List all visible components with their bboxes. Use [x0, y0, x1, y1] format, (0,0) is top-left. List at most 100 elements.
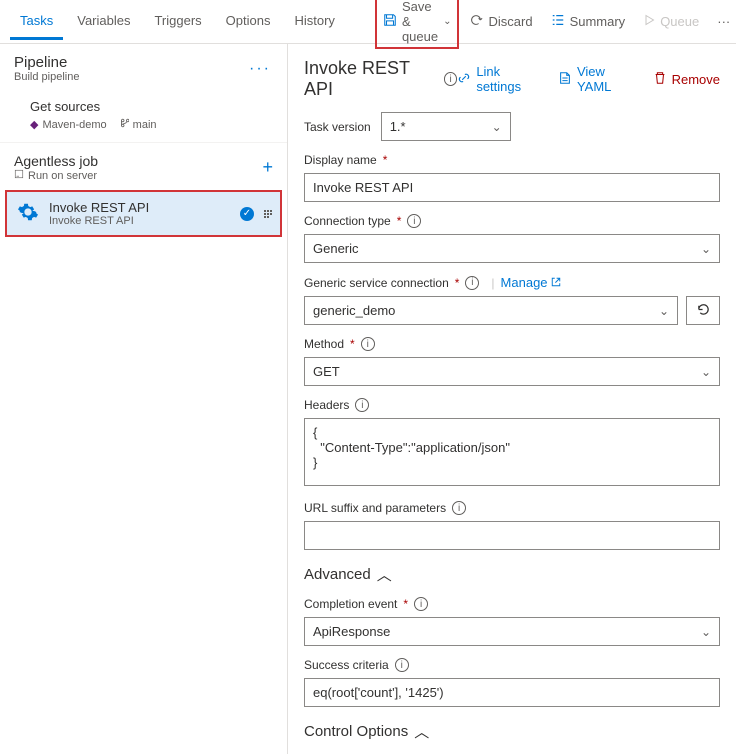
chevron-down-icon: ⌄: [659, 304, 669, 318]
view-yaml-button[interactable]: View YAML: [558, 64, 637, 94]
agentless-job-item[interactable]: Agentless job Run on server +: [0, 142, 287, 190]
completion-event-select[interactable]: ApiResponse ⌄: [304, 617, 720, 646]
info-icon[interactable]: i: [355, 398, 369, 412]
advanced-label: Advanced: [304, 566, 371, 583]
view-yaml-label: View YAML: [577, 64, 637, 94]
refresh-icon: [696, 302, 711, 320]
task-version-select[interactable]: 1.* ⌄: [381, 112, 511, 141]
branch-icon: [119, 117, 129, 132]
completion-label: Completion event: [304, 597, 397, 611]
main-container: Pipeline Build pipeline ··· Get sources …: [0, 44, 736, 754]
method-select[interactable]: GET ⌄: [304, 357, 720, 386]
chevron-down-icon: ⌄: [701, 242, 711, 256]
more-icon: ···: [717, 14, 730, 29]
discard-label: Discard: [488, 14, 532, 29]
info-icon[interactable]: i: [414, 597, 428, 611]
task-form: Invoke REST API i Link settings View YAM…: [288, 44, 736, 754]
drag-handle-icon[interactable]: [264, 210, 272, 218]
get-sources-title: Get sources: [30, 99, 273, 114]
trash-icon: [653, 71, 667, 88]
top-actions: Save & queue ⌄ Discard Summary Queue ···: [345, 0, 736, 49]
method-label: Method: [304, 337, 344, 351]
form-title: Invoke REST API: [304, 58, 436, 100]
tab-history[interactable]: History: [284, 3, 344, 40]
link-settings-label: Link settings: [476, 64, 542, 94]
remove-button[interactable]: Remove: [653, 71, 720, 88]
summary-button[interactable]: Summary: [543, 8, 634, 35]
tab-triggers[interactable]: Triggers: [144, 3, 211, 40]
chevron-down-icon: ⌄: [701, 625, 711, 639]
save-icon: [383, 13, 397, 30]
headers-label: Headers: [304, 398, 349, 412]
pipeline-subtitle: Build pipeline: [14, 71, 79, 83]
tab-variables[interactable]: Variables: [67, 3, 140, 40]
chevron-up-icon: ︿: [377, 564, 392, 585]
repo-icon: ◆: [30, 118, 38, 131]
connection-type-select[interactable]: Generic ⌄: [304, 234, 720, 263]
method-value: GET: [313, 364, 340, 379]
add-task-button[interactable]: +: [262, 157, 273, 178]
pipeline-header[interactable]: Pipeline Build pipeline ···: [0, 44, 287, 89]
discard-button[interactable]: Discard: [461, 8, 540, 35]
info-icon[interactable]: i: [452, 501, 466, 515]
chevron-down-icon: ⌄: [701, 365, 711, 379]
external-link-icon: [551, 275, 561, 290]
pipeline-more-button[interactable]: ···: [249, 60, 271, 78]
info-icon[interactable]: i: [407, 214, 421, 228]
branch-name: main: [133, 119, 157, 131]
control-options-label: Control Options: [304, 723, 408, 740]
info-icon[interactable]: i: [444, 72, 457, 86]
conn-type-label: Connection type: [304, 214, 391, 228]
service-connection-select[interactable]: generic_demo ⌄: [304, 296, 678, 325]
save-queue-label: Save & queue: [402, 0, 438, 44]
info-icon[interactable]: i: [361, 337, 375, 351]
yaml-icon: [558, 71, 572, 88]
repo-name: Maven-demo: [42, 119, 106, 131]
info-icon[interactable]: i: [465, 276, 479, 290]
more-actions-button[interactable]: ···: [709, 9, 736, 34]
pipeline-title: Pipeline: [14, 54, 79, 71]
get-sources-item[interactable]: Get sources ◆ Maven-demo main: [0, 89, 287, 142]
link-settings-button[interactable]: Link settings: [457, 64, 542, 94]
task-item-invoke-rest-api[interactable]: Invoke REST API Invoke REST API ✓: [7, 192, 280, 235]
task-version-label: Task version: [304, 120, 371, 134]
completion-value: ApiResponse: [313, 624, 390, 639]
tab-tasks[interactable]: Tasks: [10, 3, 63, 40]
link-icon: [457, 71, 471, 88]
url-suffix-input[interactable]: [304, 521, 720, 550]
refresh-button[interactable]: [686, 296, 720, 325]
save-and-queue-button[interactable]: Save & queue ⌄: [375, 0, 460, 49]
selected-task-highlight: Invoke REST API Invoke REST API ✓: [5, 190, 282, 237]
job-subtitle: Run on server: [28, 170, 97, 182]
top-toolbar: Tasks Variables Triggers Options History…: [0, 0, 736, 44]
status-success-icon: ✓: [240, 207, 254, 221]
url-suffix-label: URL suffix and parameters: [304, 501, 446, 515]
task-item-title: Invoke REST API: [49, 200, 230, 215]
manage-link[interactable]: Manage: [501, 275, 561, 290]
server-icon: [14, 169, 24, 182]
display-name-label: Display name: [304, 153, 377, 167]
service-conn-label: Generic service connection: [304, 276, 449, 290]
queue-label: Queue: [660, 14, 699, 29]
display-name-input[interactable]: [304, 173, 720, 202]
chevron-up-icon: ︿: [414, 721, 429, 742]
info-icon[interactable]: i: [395, 658, 409, 672]
undo-icon: [469, 13, 483, 30]
remove-label: Remove: [672, 72, 720, 87]
top-tabs: Tasks Variables Triggers Options History: [10, 3, 345, 40]
summary-label: Summary: [570, 14, 626, 29]
task-item-subtitle: Invoke REST API: [49, 215, 230, 227]
job-title: Agentless job: [14, 153, 98, 169]
sidebar: Pipeline Build pipeline ··· Get sources …: [0, 44, 288, 754]
tab-options[interactable]: Options: [216, 3, 281, 40]
headers-textarea[interactable]: { "Content-Type":"application/json" }: [304, 418, 720, 486]
chevron-down-icon: ⌄: [443, 16, 451, 27]
control-options-section-header[interactable]: Control Options ︿: [304, 721, 720, 742]
advanced-section-header[interactable]: Advanced ︿: [304, 564, 720, 585]
task-version-value: 1.*: [390, 119, 406, 134]
chevron-down-icon: ⌄: [492, 120, 502, 134]
list-icon: [551, 13, 565, 30]
conn-type-value: Generic: [313, 241, 359, 256]
gear-icon: [17, 201, 39, 227]
success-criteria-input[interactable]: [304, 678, 720, 707]
